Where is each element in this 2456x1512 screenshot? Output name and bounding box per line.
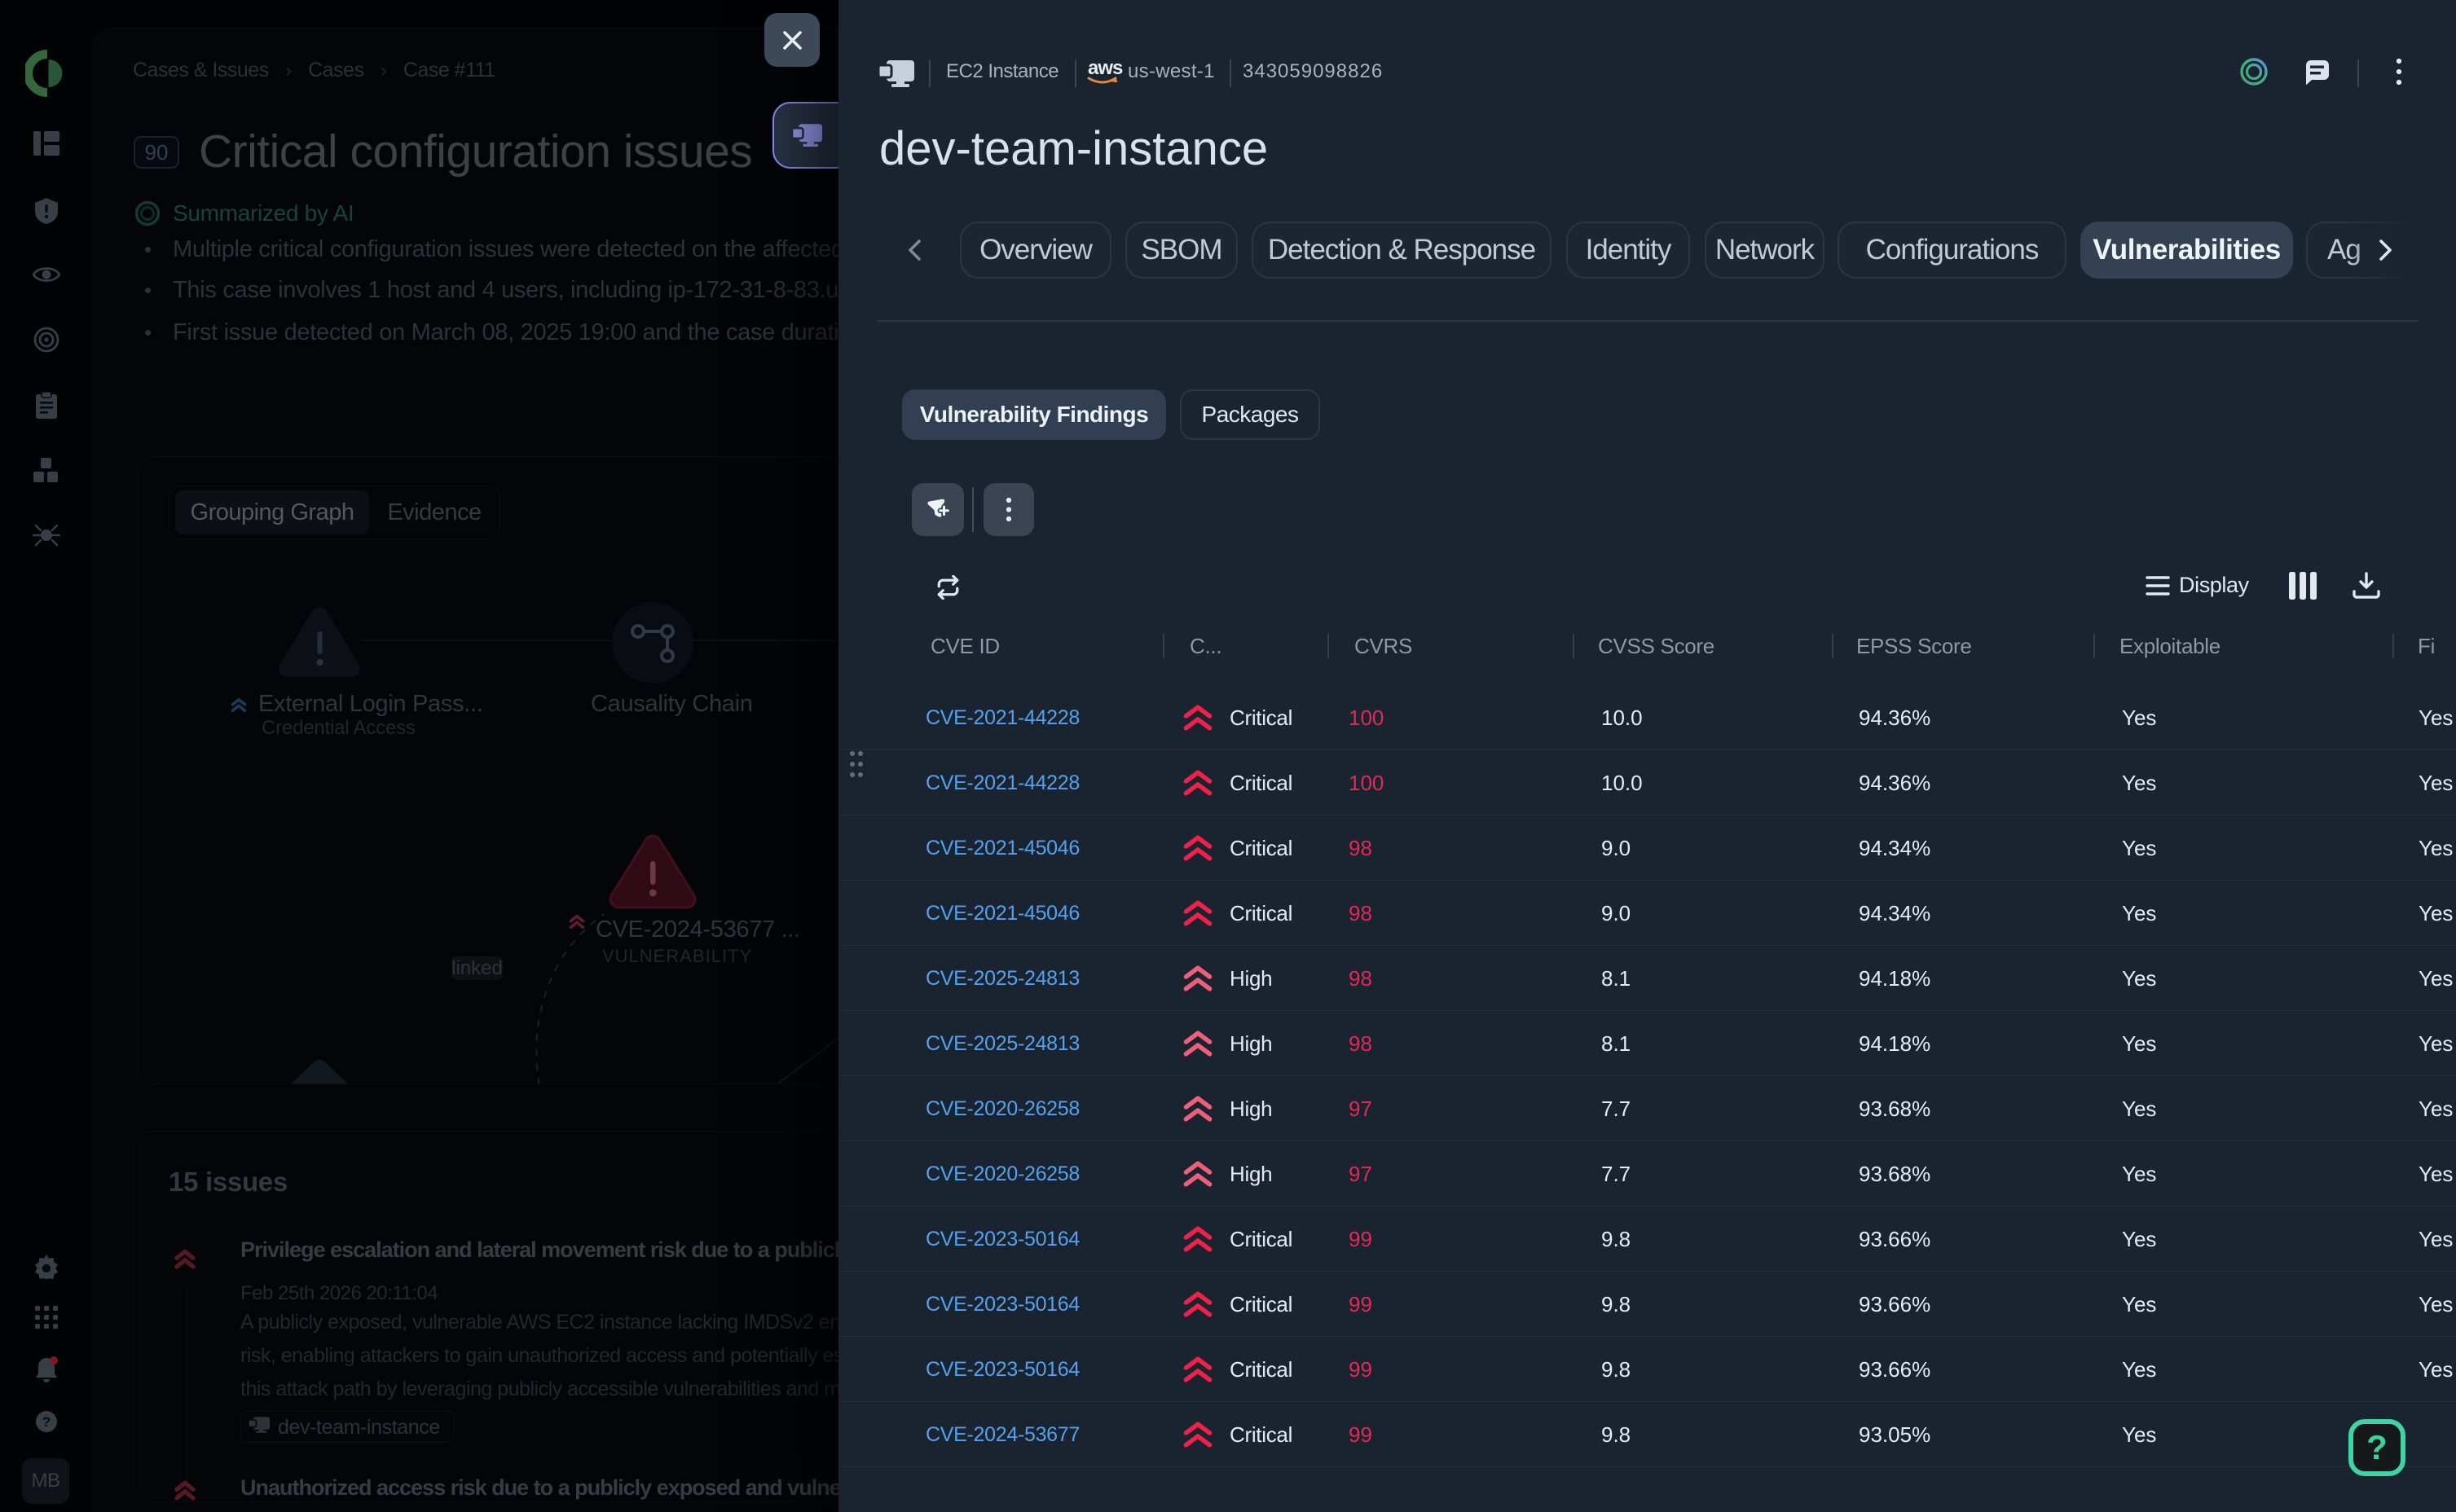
svg-text:aws: aws (1088, 57, 1123, 79)
